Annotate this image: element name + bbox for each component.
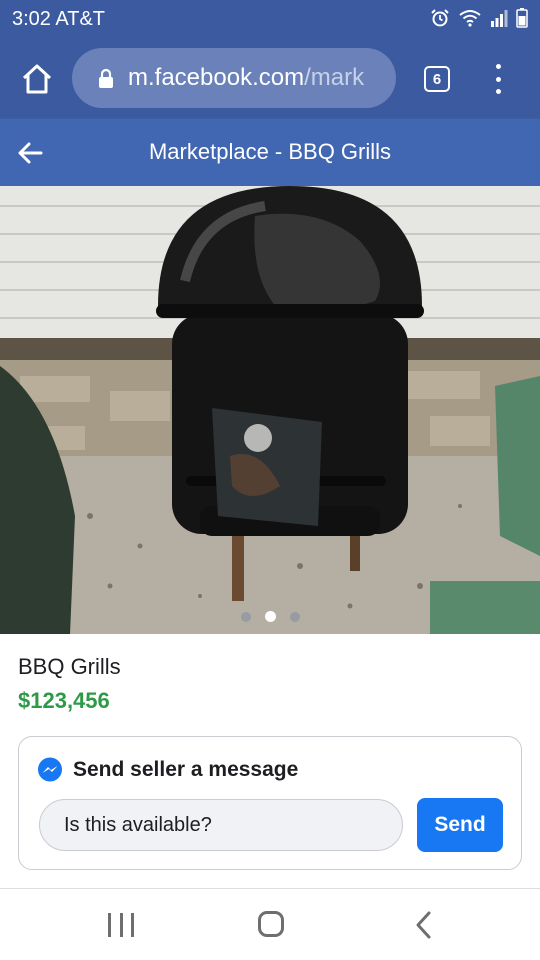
listing-price: $123,456 (18, 688, 110, 713)
photo-carousel-indicator (0, 611, 540, 622)
carousel-dot[interactable] (289, 611, 300, 622)
alarm-icon (431, 9, 449, 27)
status-carrier: AT&T (55, 7, 106, 30)
url-bar[interactable]: m.facebook.com/mark (72, 48, 396, 108)
carousel-dot[interactable] (240, 611, 251, 622)
url-path: /mark (304, 64, 365, 91)
grill-photo-illustration (0, 186, 540, 634)
listing-photo[interactable] (0, 186, 540, 634)
home-icon[interactable] (258, 911, 284, 937)
message-card-header: Send seller a message (37, 757, 298, 783)
tab-switcher-button[interactable]: 6 (424, 66, 450, 92)
signal-icon (491, 10, 508, 27)
browser-home-icon[interactable] (20, 62, 54, 96)
wifi-icon (459, 10, 481, 27)
send-message-card: Send seller a message Send (18, 736, 522, 870)
listing-title: BBQ Grills (18, 654, 121, 679)
status-time: 3:02 (12, 7, 51, 30)
status-icons (430, 8, 528, 28)
tab-count: 6 (432, 70, 442, 88)
marketplace-header: Marketplace - BBQ Grills (0, 118, 540, 186)
messenger-icon (38, 757, 62, 782)
lock-icon (99, 68, 113, 88)
message-card-heading: Send seller a message (73, 758, 299, 781)
url-host: m.facebook.com (128, 64, 305, 91)
message-input[interactable] (39, 799, 403, 851)
status-bar: 3:02 AT&T (0, 0, 540, 38)
back-icon[interactable] (412, 910, 434, 940)
browser-menu-icon[interactable] (490, 64, 506, 94)
carousel-dot-active[interactable] (264, 611, 276, 622)
browser-toolbar: m.facebook.com/mark 6 (0, 38, 540, 118)
url-text: m.facebook.com/mark (128, 64, 364, 92)
send-button[interactable]: Send (417, 798, 503, 852)
recent-apps-icon[interactable] (108, 913, 134, 937)
battery-icon (516, 8, 528, 28)
system-navigation-bar (0, 889, 540, 960)
page-title: Marketplace - BBQ Grills (148, 139, 392, 164)
status-time-carrier: 3:02 AT&T (12, 8, 105, 31)
